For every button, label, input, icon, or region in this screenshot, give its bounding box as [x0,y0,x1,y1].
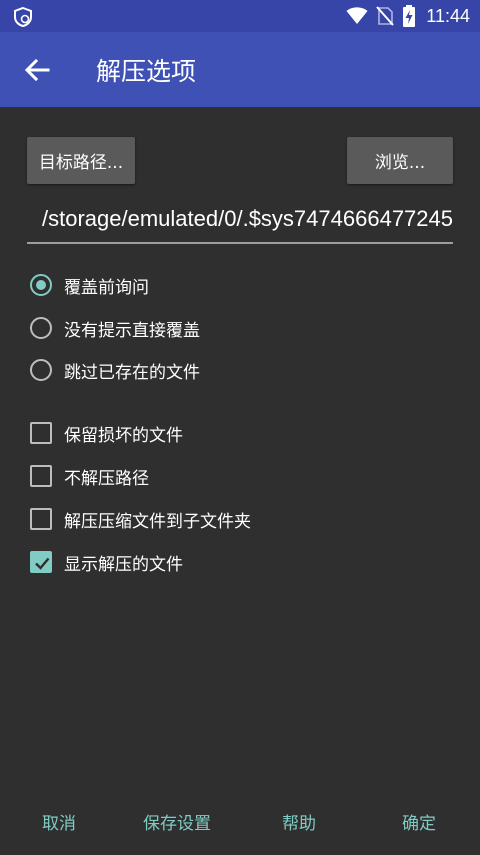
option-label: 显示解压的文件 [64,554,183,575]
option-label: 覆盖前询问 [64,277,149,298]
radio-button[interactable] [30,359,52,381]
shield-icon [14,6,32,28]
app-bar: 解压选项 [0,32,480,107]
battery-charging-icon [403,5,416,27]
checkbox-checked[interactable] [30,551,52,573]
checkmark-icon [35,557,50,570]
status-time: 11:44 [426,5,470,26]
status-icons: 11:44 [346,0,470,32]
help-button[interactable]: 帮助 [282,806,316,836]
option-label: 跳过已存在的文件 [64,362,200,383]
option-label: 解压压缩文件到子文件夹 [64,511,251,532]
checkbox-show-extracted-files[interactable]: 显示解压的文件 [27,545,183,579]
arrow-back-icon[interactable] [22,56,52,84]
wifi-icon [346,7,368,24]
browse-button[interactable]: 浏览... [347,137,453,184]
ok-button[interactable]: 确定 [402,806,436,836]
page-title: 解压选项 [96,57,197,86]
status-bar: 11:44 [0,0,480,32]
radio-overwrite-without-prompt[interactable]: 没有提示直接覆盖 [27,311,200,345]
radio-button-checked[interactable] [30,274,52,296]
path-field[interactable]: /storage/emulated/0/.$sys7474666477245 [27,200,453,244]
radio-button[interactable] [30,317,52,339]
option-label: 没有提示直接覆盖 [64,320,200,341]
checkbox[interactable] [30,422,52,444]
radio-skip-existing[interactable]: 跳过已存在的文件 [27,353,200,387]
checkbox[interactable] [30,465,52,487]
checkbox-no-paths[interactable]: 不解压路径 [27,459,149,493]
cancel-button[interactable]: 取消 [42,806,76,836]
option-label: 保留损坏的文件 [64,425,183,446]
checkbox-keep-broken-files[interactable]: 保留损坏的文件 [27,416,183,450]
target-path-button[interactable]: 目标路径... [27,137,135,184]
option-label: 不解压路径 [64,468,149,489]
no-sim-icon [376,6,395,26]
checkbox[interactable] [30,508,52,530]
save-settings-button[interactable]: 保存设置 [143,806,211,836]
checkbox-extract-to-subfolder[interactable]: 解压压缩文件到子文件夹 [27,502,251,536]
path-input[interactable]: /storage/emulated/0/.$sys7474666477245 [42,206,453,232]
radio-ask-before-overwrite[interactable]: 覆盖前询问 [27,268,149,302]
